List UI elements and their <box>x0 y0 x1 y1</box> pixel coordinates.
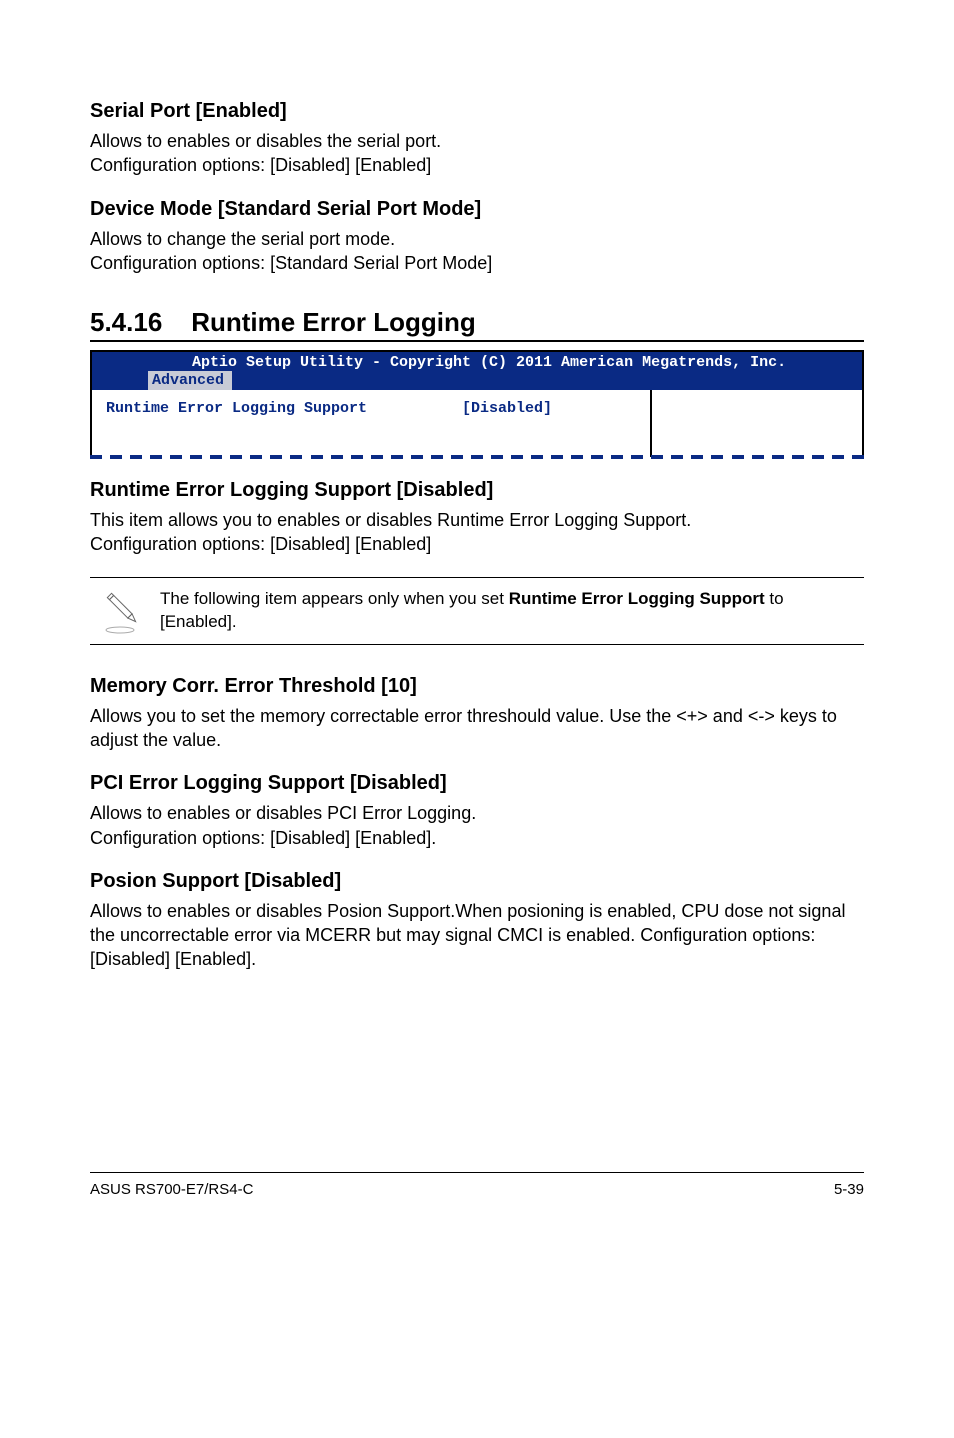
text-memory-corr: Allows you to set the memory correctable… <box>90 704 864 753</box>
bios-right-pane <box>650 390 862 457</box>
heading-runtime-error-logging: Runtime Error Logging Support [Disabled] <box>90 479 864 502</box>
heading-posion: Posion Support [Disabled] <box>90 870 864 893</box>
text-line: Allows to change the serial port mode. <box>90 229 395 249</box>
bios-setting-label: Runtime Error Logging Support <box>106 400 462 417</box>
text-line: Configuration options: [Disabled] [Enabl… <box>90 828 436 848</box>
note-prefix: The following item appears only when you… <box>160 589 509 608</box>
bios-tab-row: Advanced <box>92 371 862 390</box>
page-footer: ASUS RS700-E7/RS4-C 5-39 <box>90 1172 864 1198</box>
bios-tab-advanced: Advanced <box>148 371 232 390</box>
page-container: Serial Port [Enabled] Allows to enables … <box>0 0 954 1258</box>
footer-left: ASUS RS700-E7/RS4-C <box>90 1181 253 1198</box>
section-title: Runtime Error Logging <box>191 307 476 337</box>
text-line: Allows to enables or disables the serial… <box>90 131 441 151</box>
bios-setting-value: [Disabled] <box>462 400 642 417</box>
text-pci-error: Allows to enables or disables PCI Error … <box>90 801 864 850</box>
bios-copyright: Aptio Setup Utility - Copyright (C) 2011… <box>92 354 862 371</box>
footer-right: 5-39 <box>834 1181 864 1198</box>
bios-left-pane: Runtime Error Logging Support [Disabled] <box>92 390 650 457</box>
text-serial-port: Allows to enables or disables the serial… <box>90 129 864 178</box>
text-device-mode: Allows to change the serial port mode. C… <box>90 227 864 276</box>
text-line: Configuration options: [Disabled] [Enabl… <box>90 534 431 554</box>
text-line: This item allows you to enables or disab… <box>90 510 691 530</box>
bios-titlebar: Aptio Setup Utility - Copyright (C) 2011… <box>92 352 862 390</box>
note-bold: Runtime Error Logging Support <box>509 589 765 608</box>
text-line: Allows to enables or disables PCI Error … <box>90 803 476 823</box>
heading-pci-error: PCI Error Logging Support [Disabled] <box>90 772 864 795</box>
note-text: The following item appears only when you… <box>160 582 864 640</box>
bios-body: Runtime Error Logging Support [Disabled] <box>92 390 862 457</box>
section-number: 5.4.16 <box>90 307 162 337</box>
section-heading: 5.4.16 Runtime Error Logging <box>90 307 864 342</box>
bios-screenshot: Aptio Setup Utility - Copyright (C) 2011… <box>90 350 864 457</box>
text-line: Configuration options: [Standard Serial … <box>90 253 492 273</box>
text-line: Configuration options: [Disabled] [Enabl… <box>90 155 431 175</box>
text-runtime-error-logging: This item allows you to enables or disab… <box>90 508 864 557</box>
text-posion: Allows to enables or disables Posion Sup… <box>90 899 864 972</box>
pencil-icon <box>90 586 160 636</box>
heading-serial-port: Serial Port [Enabled] <box>90 100 864 123</box>
heading-memory-corr: Memory Corr. Error Threshold [10] <box>90 675 864 698</box>
heading-device-mode: Device Mode [Standard Serial Port Mode] <box>90 198 864 221</box>
note-block: The following item appears only when you… <box>90 577 864 645</box>
